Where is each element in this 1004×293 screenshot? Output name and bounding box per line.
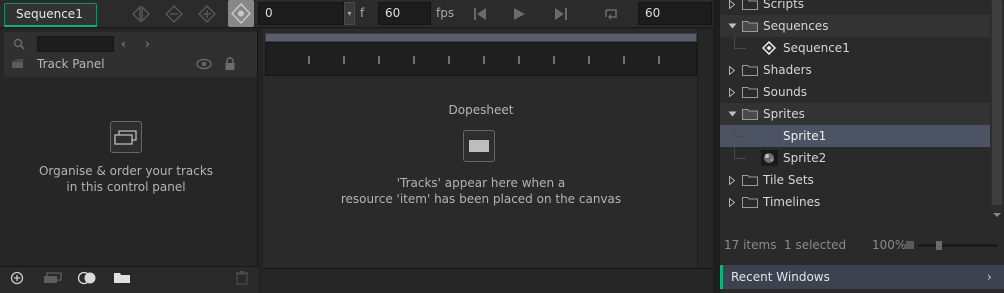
frame-unit-label: f xyxy=(360,6,365,20)
remove-keyframe-icon[interactable] xyxy=(163,4,185,24)
lock-icon[interactable] xyxy=(224,57,236,71)
tree-item-label: Sounds xyxy=(763,85,808,99)
add-group-track-icon[interactable] xyxy=(43,272,63,284)
loop-icon[interactable] xyxy=(600,4,622,24)
tree-item-sprites[interactable]: Sprites xyxy=(720,103,990,125)
chevron-right-icon[interactable]: › xyxy=(987,265,992,289)
tree-connector xyxy=(734,37,746,49)
sprite-thumbnail-icon xyxy=(761,150,778,166)
timeline-range-bar[interactable] xyxy=(265,33,697,42)
fps-field[interactable]: 60 xyxy=(378,2,431,25)
folder-icon xyxy=(742,197,758,208)
tree-status-bar: 17 items 1 selected 100% xyxy=(720,234,1004,256)
skip-to-start-icon[interactable] xyxy=(469,4,491,24)
frame-field[interactable]: 0 xyxy=(258,2,344,25)
tree-connector xyxy=(734,125,746,137)
recent-windows-label: Recent Windows xyxy=(731,270,830,284)
tree-item-tile-sets[interactable]: Tile Sets xyxy=(720,169,990,191)
visibility-eye-icon[interactable] xyxy=(196,58,212,70)
add-track-icon[interactable] xyxy=(10,271,24,285)
folder-open-icon xyxy=(742,109,758,120)
skip-to-end-icon[interactable] xyxy=(550,4,572,24)
tree-item-sequence1[interactable]: Sequence1 xyxy=(720,37,990,59)
dopesheet-title: Dopesheet xyxy=(448,103,514,117)
frame-spinner[interactable]: ▾ xyxy=(344,2,355,25)
sequence-icon xyxy=(762,41,776,55)
dopesheet-placeholder-icon xyxy=(463,130,495,162)
dopesheet-hint: 'Tracks' appear here when a resource 'it… xyxy=(265,175,697,207)
fps-label: fps xyxy=(436,6,455,20)
dopesheet-hint-line1: 'Tracks' appear here when a xyxy=(396,176,566,190)
tree-item-label: Sequence1 xyxy=(783,41,850,55)
tree-item-timelines[interactable]: Timelines xyxy=(720,191,990,213)
tree-item-label: Sprite2 xyxy=(783,151,827,165)
sequence-tab[interactable]: Sequence1 xyxy=(4,3,97,27)
blend-mode-icon[interactable] xyxy=(77,271,97,285)
add-keyframe-icon[interactable] xyxy=(196,4,218,24)
track-panel-hint-line2: in this control panel xyxy=(66,180,186,194)
expand-arrow-icon[interactable] xyxy=(727,191,737,213)
tree-connector xyxy=(734,147,746,159)
folder-icon xyxy=(742,65,758,76)
track-panel-title: Track Panel xyxy=(37,57,105,71)
track-panel-hint: Organise & order your tracks in this con… xyxy=(10,163,242,195)
chevron-right-icon[interactable]: › xyxy=(145,37,155,51)
dopesheet-hint-line2: resource 'item' has been placed on the c… xyxy=(340,192,622,206)
collapse-arrow-icon[interactable] xyxy=(727,15,737,37)
record-keyframe-button[interactable] xyxy=(228,0,254,27)
tree-item-sprite1[interactable]: Sprite1 xyxy=(720,125,990,147)
tree-item-label: Shaders xyxy=(763,63,812,77)
prev-keyframe-icon[interactable] xyxy=(130,4,152,24)
folder-icon xyxy=(742,87,758,98)
item-count: 17 items xyxy=(724,238,777,252)
tree-item-label: Timelines xyxy=(763,195,821,209)
folder-icon xyxy=(742,0,758,10)
tree-item-label: Sequences xyxy=(763,19,829,33)
delete-track-icon[interactable] xyxy=(235,270,249,285)
expand-arrow-icon[interactable] xyxy=(727,169,737,191)
search-icon xyxy=(12,37,26,51)
tree-item-sounds[interactable]: Sounds xyxy=(720,81,990,103)
track-panel-hint-line1: Organise & order your tracks xyxy=(38,164,214,178)
length-field[interactable]: 60 xyxy=(638,2,712,25)
folder-open-icon xyxy=(742,21,758,32)
tree-scrollbar-thumb[interactable] xyxy=(992,0,1002,205)
zoom-slider[interactable] xyxy=(906,237,1002,253)
timeline-ruler[interactable] xyxy=(265,42,697,76)
folder-icon[interactable] xyxy=(113,272,131,284)
tree-item-label: Sprites xyxy=(763,107,805,121)
collapse-arrow-icon[interactable] xyxy=(727,103,737,125)
tree-item-sequences[interactable]: Sequences xyxy=(720,15,990,37)
zoom-level: 100% xyxy=(872,238,907,252)
tracks-placeholder-icon xyxy=(110,121,142,153)
tree-item-scripts[interactable]: Scripts xyxy=(720,0,990,15)
recent-windows-bar[interactable]: Recent Windows › xyxy=(720,265,1004,289)
tree-item-label: Sprite1 xyxy=(783,129,827,143)
folder-icon xyxy=(742,175,758,186)
tree-item-label: Scripts xyxy=(763,0,805,11)
expand-arrow-icon[interactable] xyxy=(727,0,737,15)
tree-item-sprite2[interactable]: Sprite2 xyxy=(720,147,990,169)
chevron-left-icon[interactable]: ‹ xyxy=(121,37,131,51)
track-panel-icon xyxy=(11,58,25,70)
play-icon[interactable] xyxy=(508,4,530,24)
panel-divider[interactable] xyxy=(713,0,720,293)
dopesheet-horizontal-scroll[interactable] xyxy=(263,268,713,293)
timeline-toolbar: Sequence1 0 ▾ f 60 fps 60 xyxy=(0,0,713,28)
track-search-input[interactable] xyxy=(37,36,114,52)
tree-item-shaders[interactable]: Shaders xyxy=(720,59,990,81)
scroll-down-arrow-icon[interactable] xyxy=(992,207,1002,217)
expand-arrow-icon[interactable] xyxy=(727,81,737,103)
expand-arrow-icon[interactable] xyxy=(727,59,737,81)
tree-item-label: Tile Sets xyxy=(763,173,814,187)
selected-count: 1 selected xyxy=(784,238,847,252)
dopesheet-scrollbar[interactable] xyxy=(697,29,713,268)
